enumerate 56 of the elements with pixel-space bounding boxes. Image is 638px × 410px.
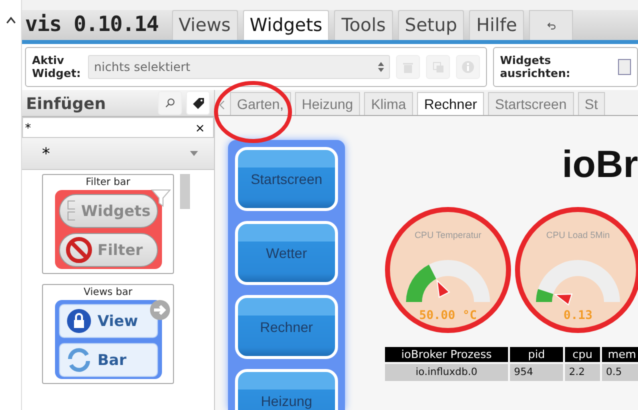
menu-tab[interactable]: Widgets	[242, 10, 330, 40]
refresh-icon	[66, 347, 92, 373]
gauge-title: CPU Load 5Min	[546, 230, 610, 240]
preview-button: View	[58, 304, 158, 338]
undo-icon	[546, 22, 556, 30]
clear-icon[interactable]: ×	[194, 120, 205, 134]
preview-button: Filter	[58, 233, 158, 267]
table-cell: 0.5	[602, 364, 638, 381]
info-icon	[462, 61, 474, 73]
scrollbar-thumb[interactable]	[180, 174, 190, 209]
lock-icon	[66, 308, 92, 334]
view-tab[interactable]: Startscreen	[488, 92, 574, 115]
align-label: Widgets ausrichten:	[500, 54, 572, 80]
gauge-reading: 50.00 °C	[419, 308, 477, 322]
page-heading: ioBr	[562, 144, 638, 187]
view-tab[interactable]: Rechner	[417, 92, 484, 115]
search-icon	[165, 98, 175, 108]
menu-tab[interactable]: Tools	[334, 10, 393, 40]
funnel-icon	[151, 189, 171, 207]
view-tab[interactable]: St	[578, 92, 605, 115]
gauge-reading: 0.13	[564, 308, 592, 322]
table-cell: 954	[510, 364, 563, 381]
preview-button: Bar	[58, 343, 158, 377]
menu-tab[interactable]: Views	[172, 10, 238, 40]
active-widget-label: Aktiv Widget:	[32, 54, 82, 80]
no-entry-icon	[66, 237, 92, 263]
view-tab[interactable]: Heizung	[294, 92, 360, 115]
widget-title: Filter bar	[86, 177, 130, 188]
column-header: mem	[602, 347, 638, 362]
arrow-circle-icon	[149, 299, 171, 321]
view-tab[interactable]: Garten,	[230, 92, 291, 115]
tag-button[interactable]	[186, 91, 210, 115]
column-header: ioBroker Prozess	[385, 347, 508, 362]
column-header: cpu	[565, 347, 600, 362]
filter-field[interactable]: * ×	[22, 117, 214, 138]
column-header: pid	[510, 347, 563, 362]
menu-tab[interactable]: Hilfe	[469, 10, 524, 40]
widget-preview-card[interactable]: Filter bar Widgets Filter	[42, 174, 174, 274]
widget-select[interactable]: nichts selektiert	[88, 55, 390, 79]
caret-icon	[190, 151, 198, 156]
app-title: vis 0.10.14	[25, 12, 160, 38]
sidebar-title: Einfügen	[26, 94, 106, 112]
tag-icon	[192, 98, 204, 108]
table-cell: 2.2	[565, 364, 600, 381]
preview-button: Widgets	[58, 194, 158, 228]
scroll-up-icon[interactable]	[6, 16, 16, 24]
align-field[interactable]	[618, 59, 631, 75]
gauge-title: CPU Temperatur	[414, 230, 482, 240]
search-button[interactable]	[158, 91, 182, 115]
widget-preview-card[interactable]: Views bar View Bar	[42, 284, 174, 384]
view-tab[interactable]: Klima	[364, 92, 414, 115]
table-cell: io.influxdb.0	[385, 364, 508, 381]
set-dropdown[interactable]: *	[22, 138, 214, 170]
menu-tab[interactable]: Setup	[398, 10, 464, 40]
widget-title: Views bar	[84, 287, 132, 298]
updown-arrows-icon	[378, 62, 384, 72]
